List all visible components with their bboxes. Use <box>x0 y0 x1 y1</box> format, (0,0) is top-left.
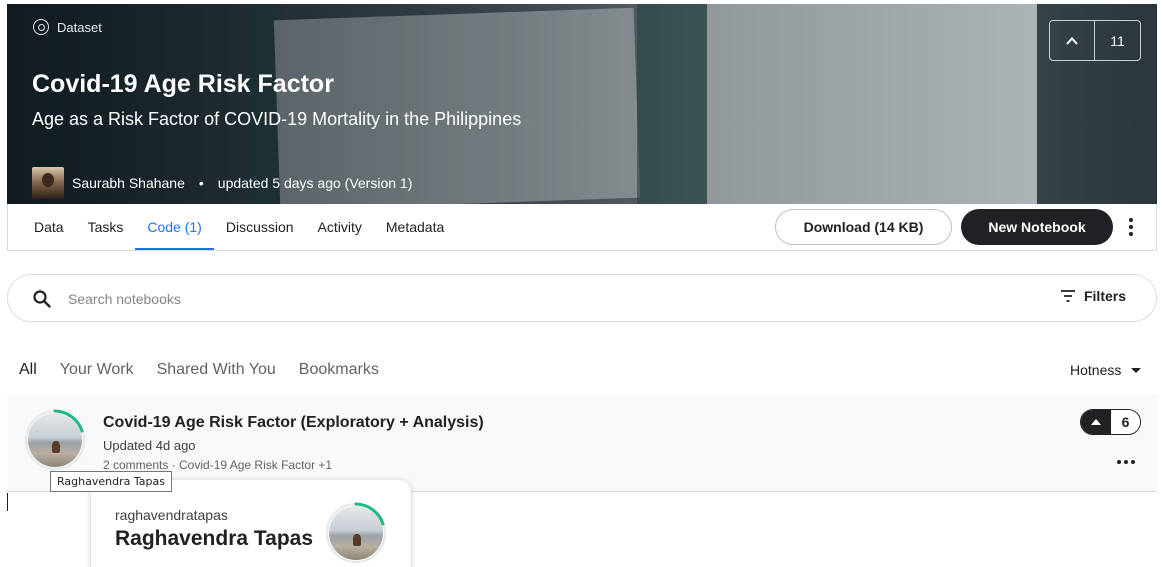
tier-ring-icon <box>24 409 86 471</box>
filter-icon <box>1060 290 1075 302</box>
sort-dropdown[interactable]: Hotness <box>1070 362 1142 378</box>
notebook-author-avatar[interactable] <box>24 409 86 471</box>
notebook-vote-count: 6 <box>1111 410 1140 434</box>
author-name[interactable]: Saurabh Shahane <box>72 175 185 191</box>
dataset-title: Covid-19 Age Risk Factor <box>32 70 334 98</box>
dataset-tag-label: Dataset <box>57 19 102 35</box>
filters-label: Filters <box>1083 288 1126 304</box>
notebook-list-item[interactable]: Covid-19 Age Risk Factor (Exploratory + … <box>7 394 1157 492</box>
notebook-vote: 6 <box>1080 409 1141 435</box>
separator-dot: • <box>198 175 204 191</box>
user-hover-card: raghavendratapas Raghavendra Tapas <box>91 480 411 567</box>
filters-button[interactable]: Filters <box>1060 288 1126 304</box>
caret-down-icon <box>1131 367 1142 373</box>
dataset-header-banner: Dataset Covid-19 Age Risk Factor Age as … <box>7 4 1157 204</box>
sort-label: Hotness <box>1070 362 1122 378</box>
tab-metadata[interactable]: Metadata <box>374 204 456 250</box>
filter-tab-all[interactable]: All <box>19 361 37 401</box>
upvote-count: 11 <box>1110 32 1125 49</box>
new-notebook-button[interactable]: New Notebook <box>961 209 1113 245</box>
tab-code[interactable]: Code (1) <box>135 204 215 250</box>
tab-activity[interactable]: Activity <box>306 204 374 250</box>
hovercard-avatar[interactable] <box>325 502 387 564</box>
hovercard-display-name[interactable]: Raghavendra Tapas <box>115 527 313 551</box>
filter-tab-your-work[interactable]: Your Work <box>60 361 134 391</box>
tab-tasks[interactable]: Tasks <box>76 204 136 250</box>
notebook-meta: 2 comments · Covid-19 Age Risk Factor +1 <box>103 458 333 472</box>
dataset-subtitle: Age as a Risk Factor of COVID-19 Mortali… <box>32 109 522 129</box>
notebook-updated: Updated 4d ago <box>103 438 196 453</box>
dataset-vote-box: 11 <box>1049 20 1141 61</box>
author-row: Saurabh Shahane • updated 5 days ago (Ve… <box>32 167 412 199</box>
tab-data[interactable]: Data <box>22 204 76 250</box>
dataset-tab-bar: Data Tasks Code (1) Discussion Activity … <box>7 204 1157 251</box>
notebook-upvote-button[interactable] <box>1081 410 1111 434</box>
updated-text: updated 5 days ago (Version 1) <box>217 175 413 191</box>
dataset-tag: Dataset <box>33 19 102 35</box>
tab-list: Data Tasks Code (1) Discussion Activity … <box>22 204 456 250</box>
tab-discussion[interactable]: Discussion <box>214 204 306 250</box>
upvote-button[interactable] <box>1050 21 1095 60</box>
search-input[interactable] <box>68 287 968 311</box>
text-cursor <box>7 493 8 511</box>
notebook-search-bar: Filters <box>7 274 1157 322</box>
filter-tab-bookmarks[interactable]: Bookmarks <box>299 361 379 391</box>
more-options-icon[interactable] <box>1124 216 1138 238</box>
dataset-icon <box>33 19 49 35</box>
hovercard-username[interactable]: raghavendratapas <box>115 507 228 523</box>
notebook-filter-tabs: All Your Work Shared With You Bookmarks <box>19 361 379 401</box>
notebook-title[interactable]: Covid-19 Age Risk Factor (Exploratory + … <box>103 414 484 432</box>
tier-ring-icon <box>325 502 387 564</box>
author-avatar[interactable] <box>32 167 64 199</box>
search-icon <box>33 290 51 308</box>
triangle-up-icon <box>1091 419 1101 425</box>
download-button[interactable]: Download (14 KB) <box>775 209 952 245</box>
filter-tab-shared[interactable]: Shared With You <box>157 361 276 391</box>
chevron-up-icon <box>1066 36 1078 45</box>
author-tooltip: Raghavendra Tapas <box>50 471 172 492</box>
more-horizontal-icon[interactable] <box>1115 458 1137 466</box>
